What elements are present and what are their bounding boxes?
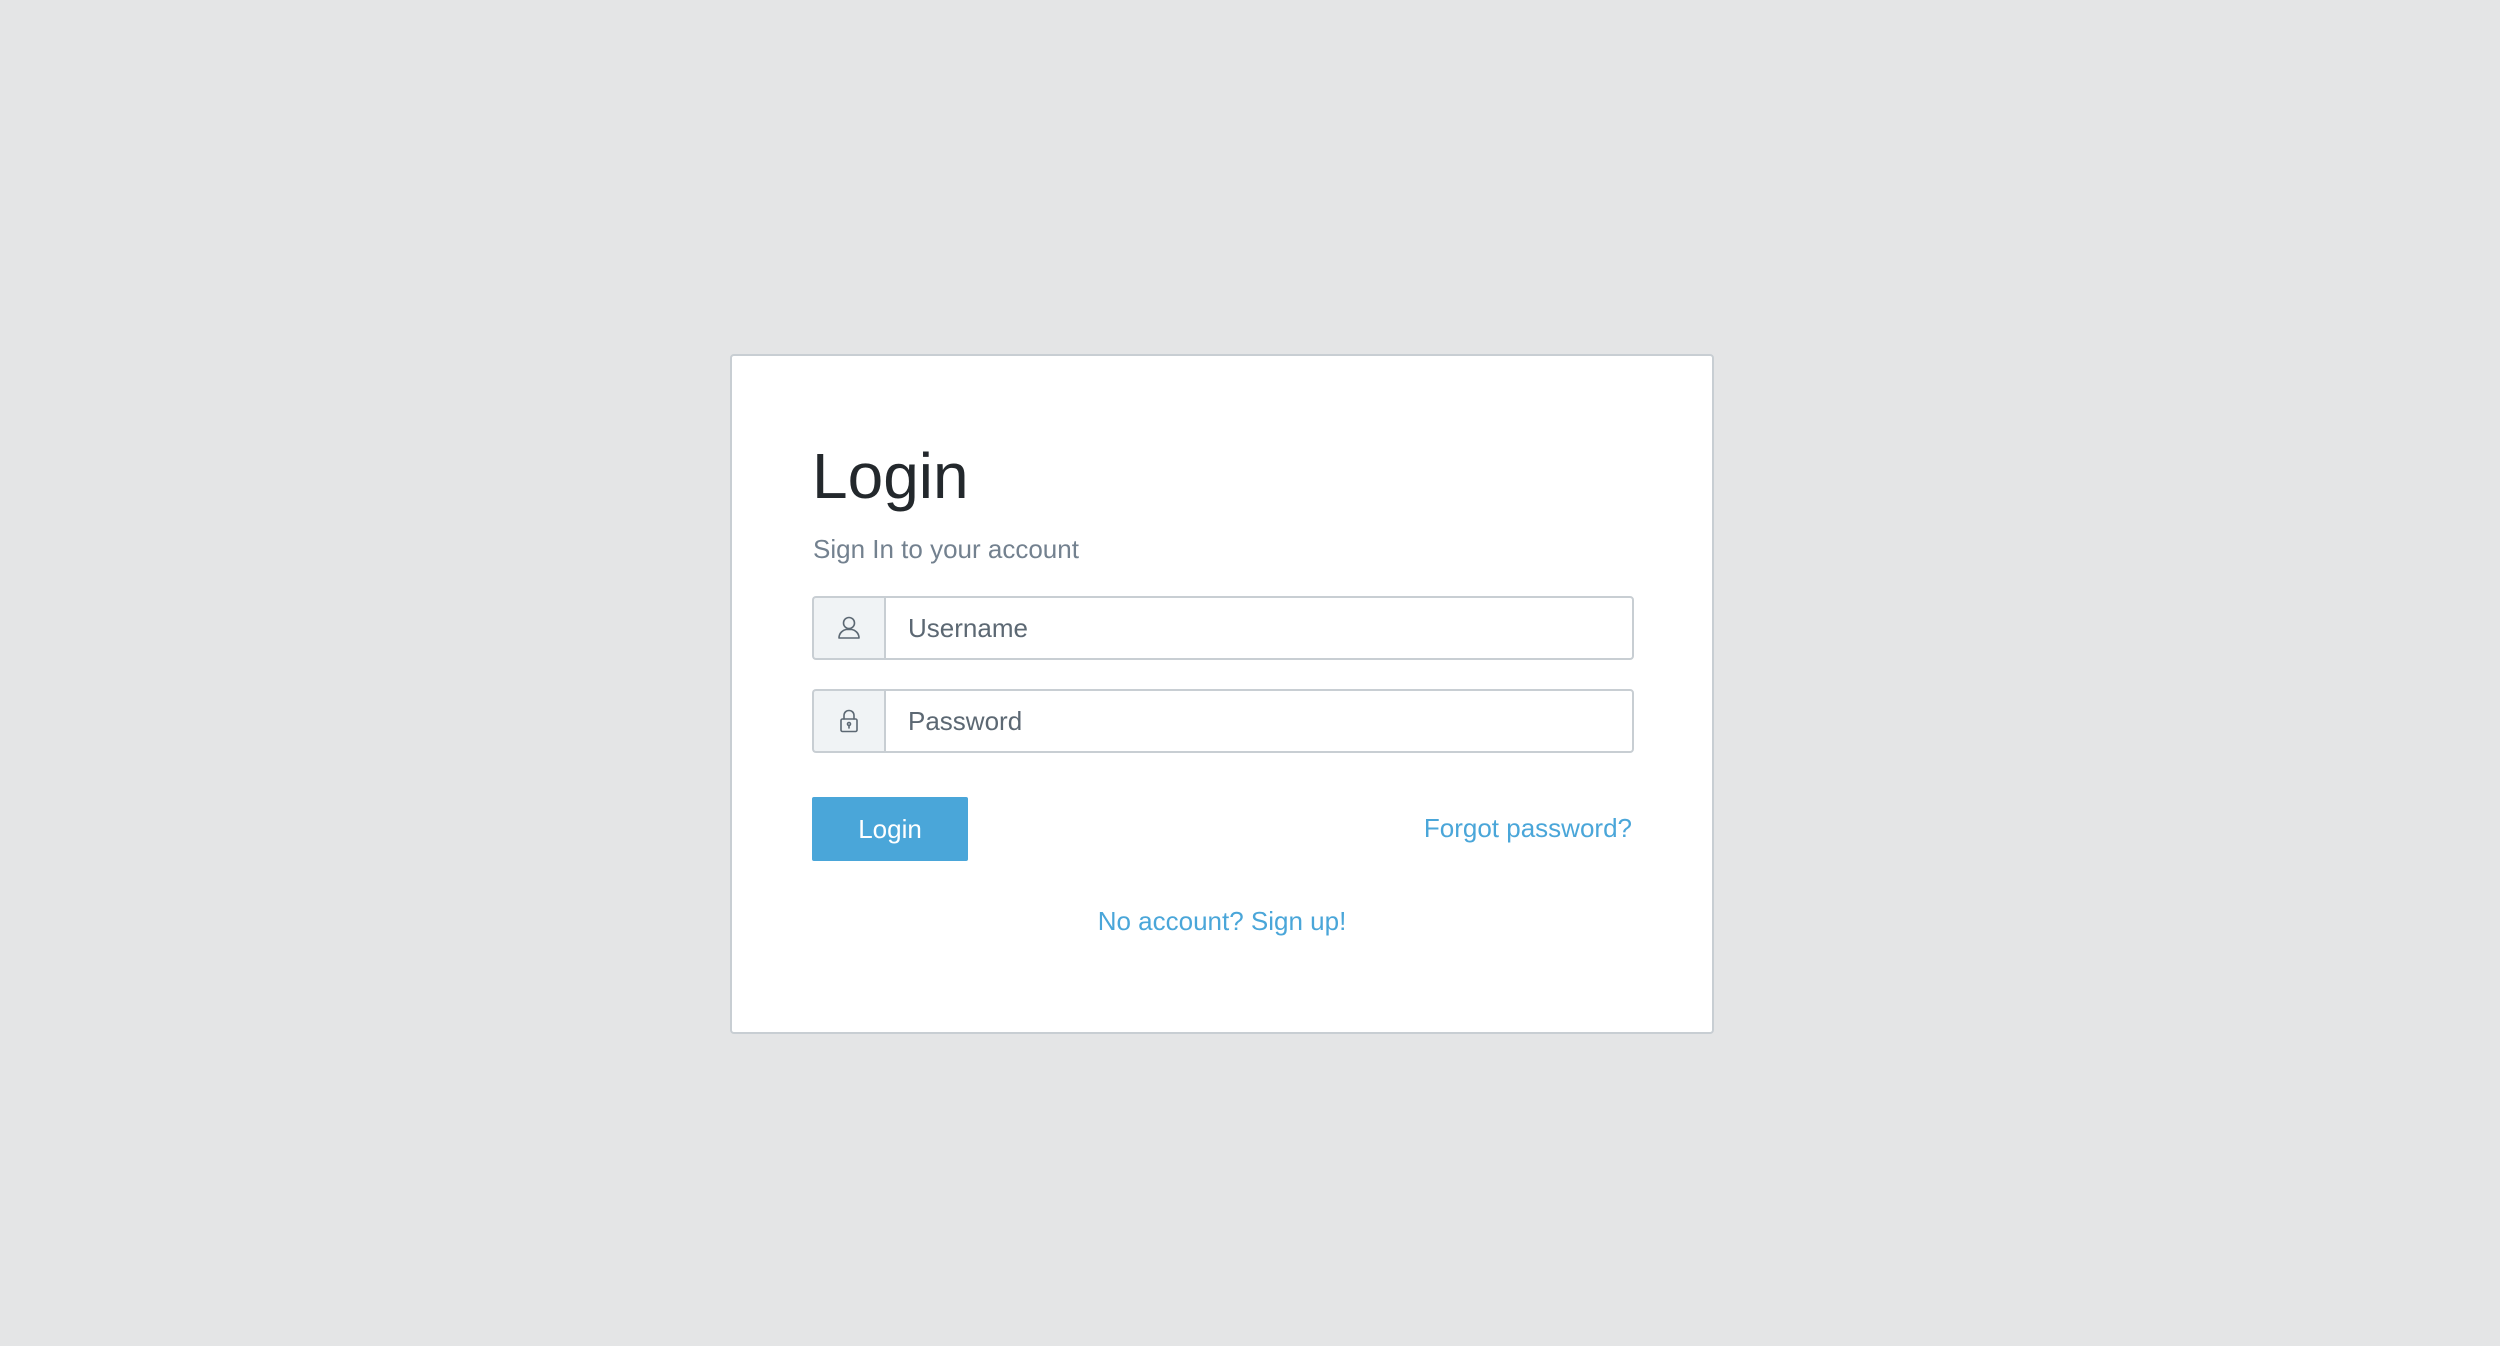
username-input-group (812, 596, 1634, 660)
user-icon (812, 596, 884, 660)
login-button[interactable]: Login (812, 797, 968, 861)
password-input-group (812, 689, 1634, 753)
password-input[interactable] (884, 689, 1634, 753)
signup-link[interactable]: No account? Sign up! (732, 904, 1712, 938)
login-card: Login Sign In to your account Login Forg… (730, 354, 1714, 1034)
page-subtitle: Sign In to your account (813, 534, 1079, 564)
page-title: Login (812, 440, 969, 512)
forgot-password-link[interactable]: Forgot password? (1424, 811, 1632, 845)
lock-icon (812, 689, 884, 753)
username-input[interactable] (884, 596, 1634, 660)
